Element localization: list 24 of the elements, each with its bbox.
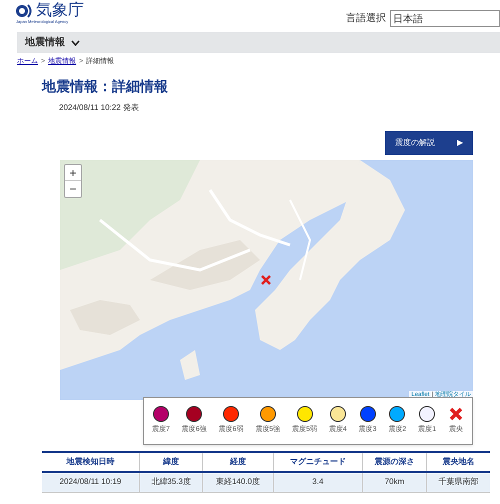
table-cell: 千葉県南部 xyxy=(426,472,490,492)
epicenter-icon xyxy=(261,275,271,285)
column-header: マグニチュード xyxy=(273,452,362,472)
language-label: 言語選択 xyxy=(346,12,386,26)
language-select[interactable]: 日本語 xyxy=(390,10,500,27)
zoom-out-button[interactable]: − xyxy=(65,181,81,197)
table-cell: 3.4 xyxy=(273,472,362,492)
logo-text: 気象庁 xyxy=(36,3,84,19)
table-cell: 2024/08/11 10:19 xyxy=(42,472,140,492)
page-title: 地震情報：詳細情報 xyxy=(42,77,169,96)
column-header: 緯度 xyxy=(139,452,203,472)
column-header: 地震検知日時 xyxy=(42,452,140,472)
column-header: 震央地名 xyxy=(426,452,490,472)
zoom-in-button[interactable]: + xyxy=(65,165,81,181)
nav-menu[interactable]: 地震情報 xyxy=(25,35,65,50)
column-header: 震源の深さ xyxy=(362,452,427,472)
column-header: 経度 xyxy=(202,452,274,472)
table-cell: 70km xyxy=(362,472,427,492)
issued-time: 2024/08/11 10:22 発表 xyxy=(59,102,140,114)
chevron-down-icon xyxy=(71,40,80,46)
logo-icon xyxy=(16,4,34,18)
table-cell: 東経140.0度 xyxy=(202,472,274,492)
table-cell: 北緯35.3度 xyxy=(139,472,203,492)
intensity-explanation-button[interactable]: 震度の解説 ▶ xyxy=(385,131,473,155)
